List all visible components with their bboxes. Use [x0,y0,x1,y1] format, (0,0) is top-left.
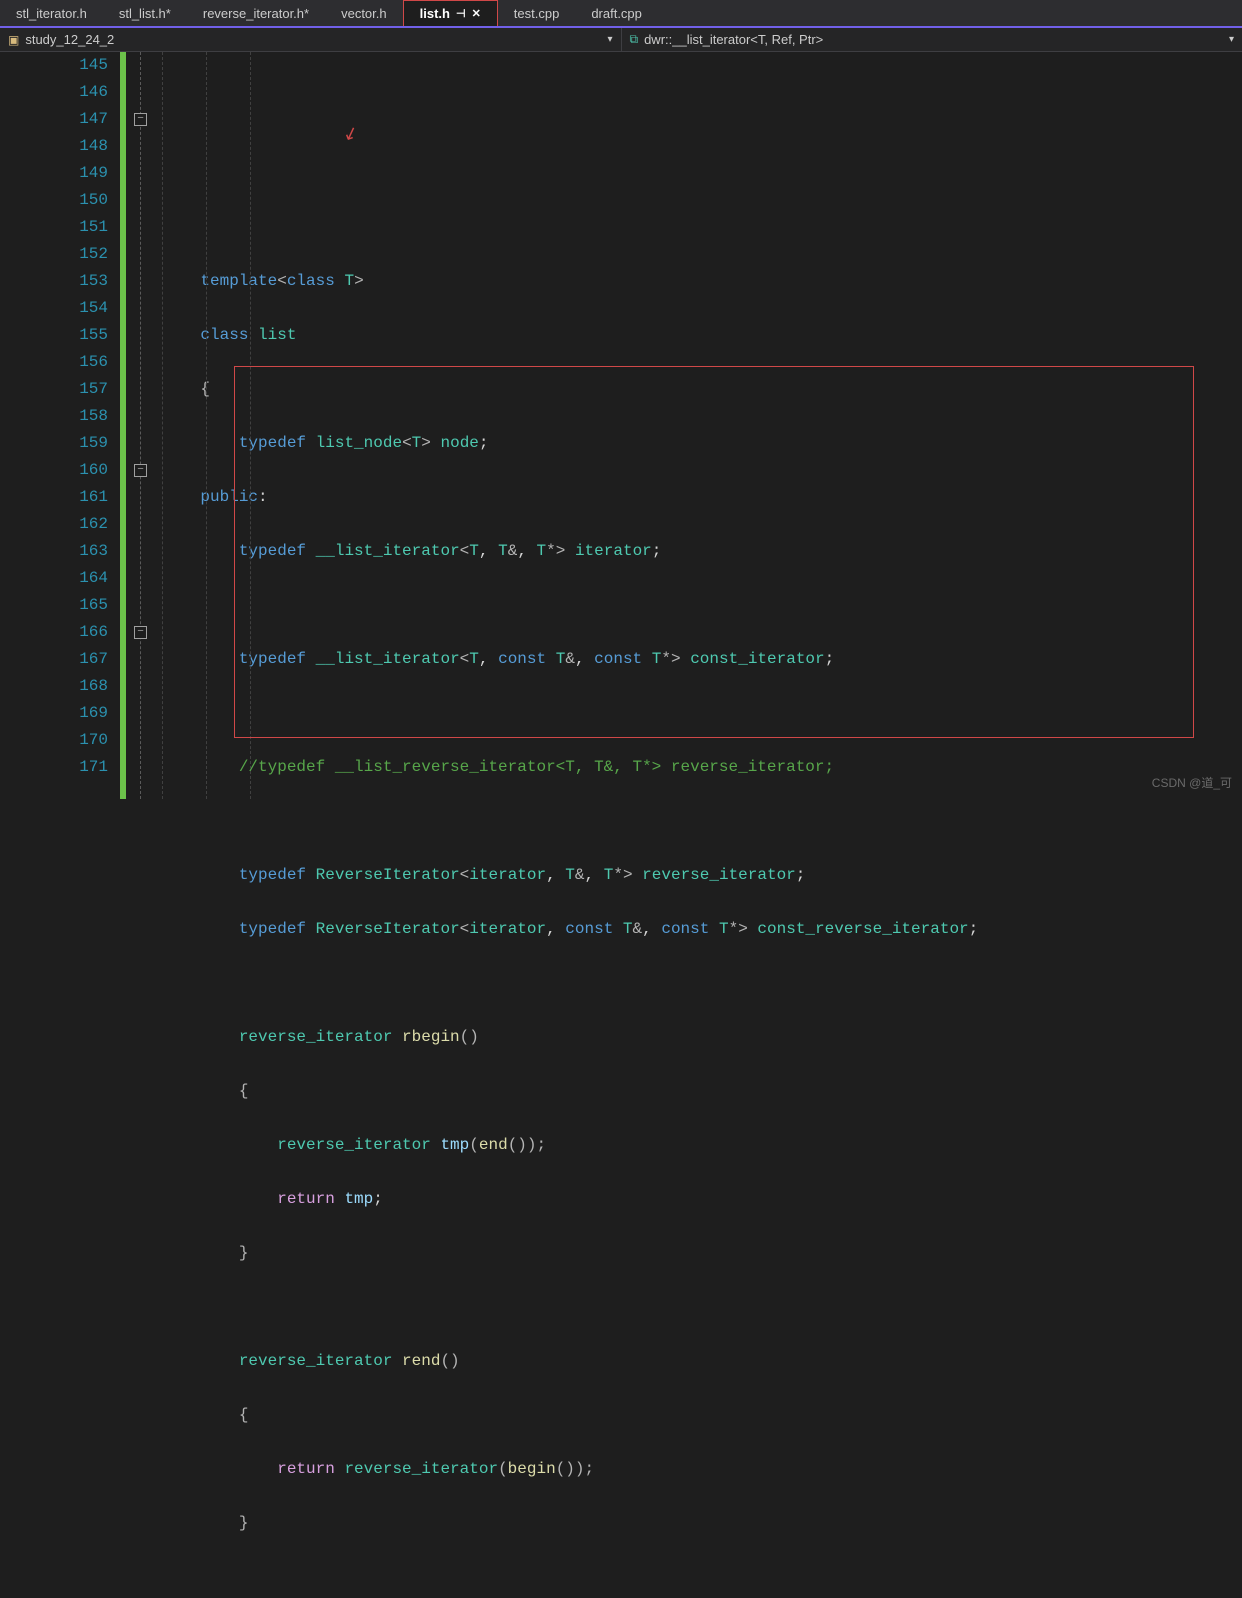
code-line: typedef ReverseIterator<iterator, T&, T*… [162,862,1242,889]
nav-bar: ▣ study_12_24_2 ▾ ⧉ dwr::__list_iterator… [0,28,1242,52]
code-line: class list [162,322,1242,349]
code-line [162,214,1242,241]
tab-reverse-iterator[interactable]: reverse_iterator.h* [187,0,325,26]
watermark: CSDN @道_可 [1152,774,1232,791]
code-line: typedef ReverseIterator<iterator, const … [162,916,1242,943]
code-editor[interactable]: 145146147148149 150151152153154 15515615… [0,52,1242,799]
code-line: } [162,1240,1242,1267]
code-line: typedef list_node<T> node; [162,430,1242,457]
line-number-gutter: 145146147148149 150151152153154 15515615… [0,52,120,799]
fold-column: − − − [128,52,158,799]
code-line [162,1294,1242,1321]
code-line: return tmp; [162,1186,1242,1213]
code-line [162,700,1242,727]
close-icon[interactable]: ✕ [472,7,481,20]
code-line [162,1564,1242,1591]
code-line: { [162,1078,1242,1105]
code-line: { [162,1402,1242,1429]
code-line: reverse_iterator rbegin() [162,1024,1242,1051]
code-line: } [162,1510,1242,1537]
code-area[interactable]: ↙ template<class T> class list { typedef… [158,52,1242,799]
pin-icon[interactable]: ⊣ [456,7,466,20]
code-line: reverse_iterator tmp(end()); [162,1132,1242,1159]
fold-toggle[interactable]: − [134,113,147,126]
tab-bar: stl_iterator.h stl_list.h* reverse_itera… [0,0,1242,28]
code-line: { [162,376,1242,403]
project-icon: ▣ [8,33,19,47]
code-line: typedef __list_iterator<T, T&, T*> itera… [162,538,1242,565]
code-line [162,970,1242,997]
fold-toggle[interactable]: − [134,626,147,639]
code-line: reverse_iterator rend() [162,1348,1242,1375]
arrow-annotation: ↙ [340,120,363,151]
tab-vector[interactable]: vector.h [325,0,403,26]
nav-scope-right[interactable]: ⧉ dwr::__list_iterator<T, Ref, Ptr> ▾ [622,28,1242,51]
chevron-down-icon[interactable]: ▾ [1229,34,1234,45]
code-line: typedef __list_iterator<T, const T&, con… [162,646,1242,673]
change-indicator [120,52,128,799]
code-line: public: [162,484,1242,511]
fold-toggle[interactable]: − [134,464,147,477]
struct-icon: ⧉ [630,32,639,47]
code-line [162,592,1242,619]
tab-list-active[interactable]: list.h ⊣ ✕ [403,0,498,26]
tab-stl-list[interactable]: stl_list.h* [103,0,187,26]
nav-scope-left[interactable]: ▣ study_12_24_2 ▾ [0,28,622,51]
tab-stl-iterator[interactable]: stl_iterator.h [0,0,103,26]
code-line: return reverse_iterator(begin()); [162,1456,1242,1483]
chevron-down-icon[interactable]: ▾ [607,34,612,45]
code-line [162,808,1242,835]
tab-test[interactable]: test.cpp [498,0,576,26]
code-line: //typedef __list_reverse_iterator<T, T&,… [162,754,1242,781]
tab-draft[interactable]: draft.cpp [575,0,658,26]
code-line: template<class T> [162,268,1242,295]
